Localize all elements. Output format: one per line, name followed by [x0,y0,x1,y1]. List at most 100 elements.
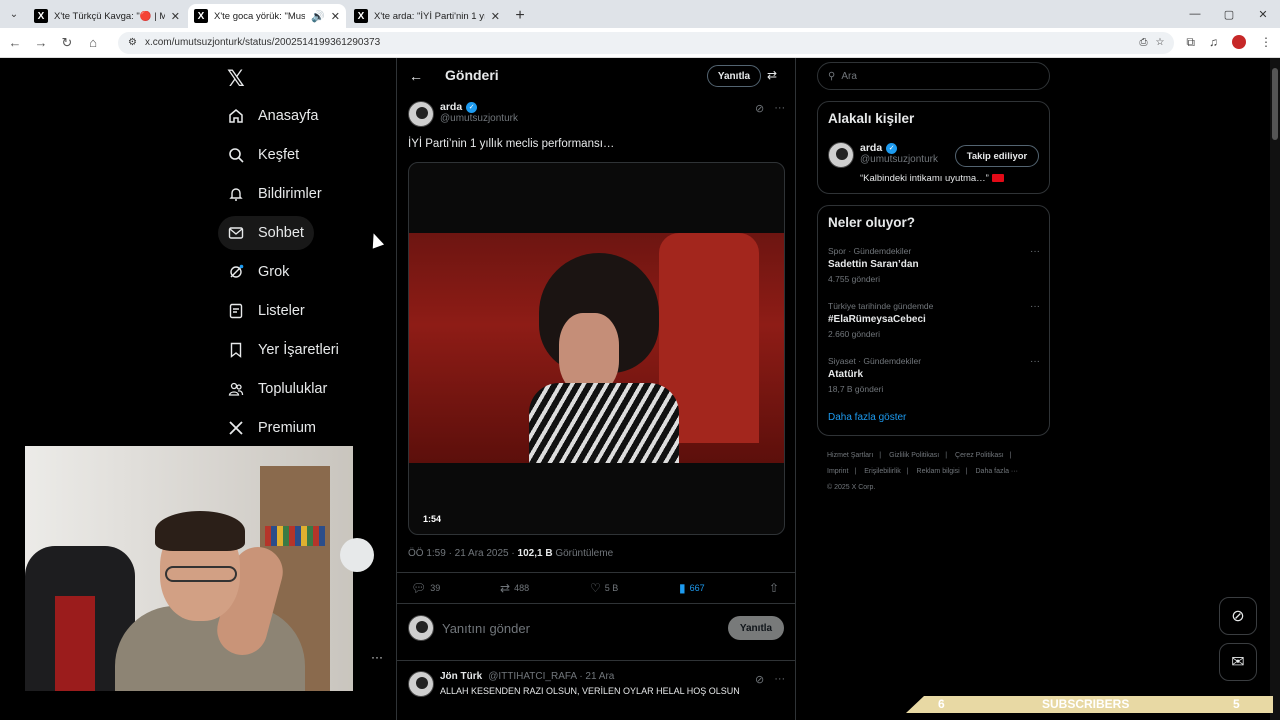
maximize-button[interactable]: ▢ [1212,8,1246,21]
webcam-chair-accent [55,596,95,691]
post-tools: ⊘ ··· [755,102,785,115]
post-column: ← Gönderi Yanıtla ⇄ arda ✓ @umutsuzjontur… [397,58,795,720]
more-icon[interactable]: ··· [774,102,785,115]
avatar[interactable] [828,142,854,168]
install-icon[interactable]: ⎙ [1139,37,1147,48]
media-icon[interactable]: ♫ [1209,35,1218,50]
scroll-thumb[interactable] [1272,68,1278,140]
footer-sep: | [879,452,882,459]
forward-icon[interactable]: → [34,35,48,50]
back-arrow-icon[interactable]: ← [409,68,423,84]
like-button[interactable]: ♡ 5 B [590,581,618,595]
more-icon[interactable]: ··· [1030,246,1040,257]
reply-button[interactable]: 💬︎ 39 [411,581,440,595]
post-author[interactable]: arda ✓ @umutsuzjonturk [408,101,518,127]
sidebar-item-lists[interactable]: Listeler [218,294,315,328]
grok-icon[interactable]: ⊘ [755,102,764,115]
browser-tab-2[interactable]: X X'te goca yörük: "Mustafa K... 🔊 ✕ [188,4,346,28]
trend-item[interactable]: Türkiye tarihinde gündemde #ElaRümeysaCe… [828,301,1040,339]
more-icon[interactable]: ··· [1030,356,1040,367]
footer-link[interactable]: Daha fazla ··· [976,468,1018,475]
scrollbar[interactable] [1270,58,1280,720]
more-icon[interactable]: ··· [371,650,383,664]
sidebar-item-grok[interactable]: Grok [218,255,299,289]
footer-sep: | [906,468,909,475]
video-player[interactable]: 1:54 [408,162,785,535]
new-tab-button[interactable]: + [508,4,532,28]
sidebar-item-notifications[interactable]: Bildirimler [218,177,332,211]
show-more-link[interactable]: Daha fazla göster [828,412,906,423]
reply-submit-button[interactable]: Yanıtla [728,616,784,640]
footer-link[interactable]: Reklam bilgisi [917,468,960,475]
avatar[interactable] [408,101,434,127]
footer-link[interactable]: Gizlilik Politikası [889,452,939,459]
sidebar-item-premium[interactable]: Premium [218,411,326,445]
avatar [408,615,434,641]
video-face [559,313,619,393]
address-bar[interactable]: ⚙ x.com/umutsuzjonturk/status/2002514199… [118,31,1175,54]
star-icon[interactable]: ☆ [1155,37,1164,48]
person-name[interactable]: arda [860,142,882,154]
tab-close-icon[interactable]: ✕ [331,10,340,23]
author-name[interactable]: arda [440,101,462,113]
x-icon [228,420,244,436]
browser-tab-1[interactable]: X X'te Türkçü Kavga: "🔴 | Müsta... ✕ [28,4,186,28]
video-duration: 1:54 [423,514,442,524]
author-handle[interactable]: @umutsuzjonturk [440,113,518,124]
grok-icon[interactable]: ⊘ [755,673,764,686]
menu-icon[interactable]: ⋮ [1260,35,1272,50]
close-window-button[interactable]: ✕ [1246,8,1280,21]
sidebar-item-explore[interactable]: Keşfet [218,138,309,172]
reload-icon[interactable]: ↻ [60,35,74,51]
trend-item[interactable]: Siyaset · Gündemdekiler Atatürk 18,7 B g… [828,356,1040,394]
trend-item[interactable]: Spor · Gündemdekiler Sadettin Saran’dan … [828,246,1040,284]
profile-avatar[interactable] [1232,35,1246,49]
more-icon[interactable]: ··· [774,673,785,686]
x-logo-icon[interactable]: 𝕏 [227,66,245,92]
footer-sep: | [854,468,857,475]
post-text: İYİ Parti’nin 1 yıllık meclis performans… [408,138,615,150]
extensions-icon[interactable]: ⧉ [1186,35,1195,50]
webcam-books [265,526,325,546]
post-compose-button[interactable] [340,538,374,572]
reply-pill-button[interactable]: Yanıtla [707,65,761,87]
repost-button[interactable]: ⇄ 488 [500,581,529,595]
minimize-button[interactable]: — [1178,8,1212,20]
back-icon[interactable]: ← [8,35,22,50]
filter-icon[interactable]: ⇄ [767,68,777,82]
tab-close-icon[interactable]: ✕ [171,10,180,23]
tab-close-icon[interactable]: ✕ [491,10,500,23]
sidebar-item-communities[interactable]: Topluluklar [218,372,337,406]
x-favicon-icon: X [194,9,208,23]
grok-fab-button[interactable]: ⊘ [1219,597,1257,635]
reply-input[interactable]: Yanıtını gönder [442,621,720,636]
tab-search-chevron-icon[interactable]: ⌄ [0,0,28,28]
post-timestamp[interactable]: ÖÖ 1:59 · 21 Ara 2025 · [408,548,518,559]
reply-item[interactable]: Jön Türk @ITTIHATCI_RAFA · 21 Ara ⊘ ··· … [397,660,795,720]
footer-link[interactable]: Imprint [827,468,848,475]
people-icon [228,381,244,397]
footer-link[interactable]: Erişilebilirlik [864,468,901,475]
sidebar-item-home[interactable]: Anasayfa [218,99,328,133]
share-button[interactable]: ⇧ [769,581,779,595]
sidebar-item-bookmarks[interactable]: Yer İşaretleri [218,333,349,367]
footer-link[interactable]: Çerez Politikası [955,452,1004,459]
following-button[interactable]: Takip ediliyor [955,145,1039,167]
person-item[interactable]: arda ✓ @umutsuzjonturk [828,142,938,168]
more-icon[interactable]: ··· [1030,301,1040,312]
site-info-icon[interactable]: ⚙ [128,37,137,48]
home-icon[interactable]: ⌂ [86,35,100,50]
trend-count: 18,7 B gönderi [828,384,884,394]
search-input[interactable]: ⚲ Ara [817,62,1050,90]
browser-tab-3[interactable]: X X'te arda: "İYİ Parti'nin 1 yıllık m..… [348,4,506,28]
speaker-icon[interactable]: 🔊 [311,10,325,23]
person-handle[interactable]: @umutsuzjonturk [860,154,938,165]
bookmark-button[interactable]: ▮ 667 [679,581,705,595]
view-count: 102,1 B [517,548,553,559]
footer-link[interactable]: Hizmet Şartları [827,452,873,459]
post-meta: ÖÖ 1:59 · 21 Ara 2025 · 102,1 B Görüntül… [408,548,613,559]
messages-fab-button[interactable]: ✉ [1219,643,1257,681]
sidebar-item-messages[interactable]: Sohbet [218,216,314,250]
trend-count: 2.660 gönderi [828,329,880,339]
avatar[interactable] [408,671,434,697]
